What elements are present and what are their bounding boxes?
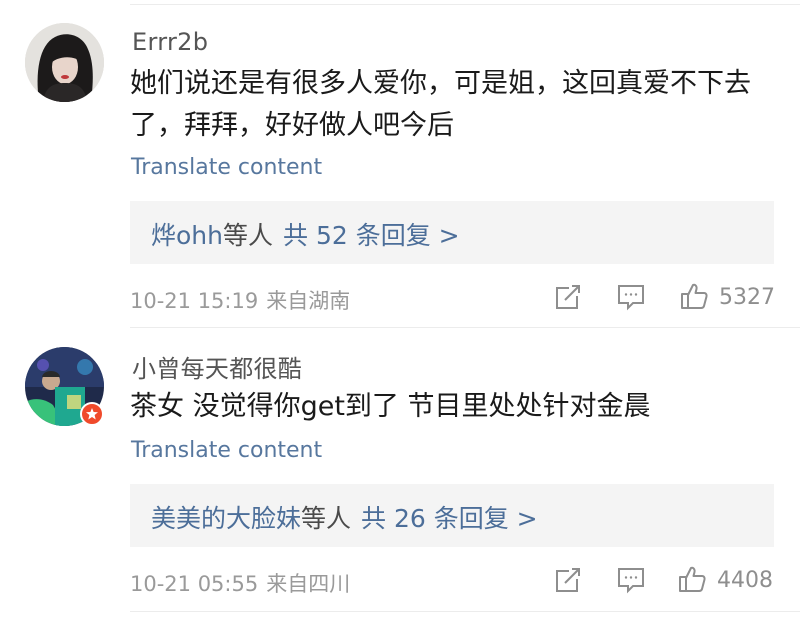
comment-meta: 10-21 05:55 来自四川 [130, 568, 350, 598]
reply-etc: 等人 [301, 504, 352, 533]
avatar[interactable] [25, 23, 104, 102]
comment-icon[interactable] [616, 282, 646, 312]
reply-etc: 等人 [223, 221, 274, 250]
row-divider [130, 611, 800, 612]
comment-text: 茶女 没觉得你get到了 节目里处处针对金晨 [130, 386, 780, 428]
comment-text-line: 了，拜拜，好好做人吧今后 [130, 110, 454, 141]
comment-text-line: 她们说还是有很多人爱你，可是姐，这回真爱不下去 [130, 68, 751, 99]
reply-users[interactable]: 烨ohh [151, 221, 223, 250]
reply-summary[interactable]: 美美的大脸妹等人共 26 条回复 > [151, 499, 538, 535]
comment-icon[interactable] [616, 565, 646, 595]
top-divider [130, 4, 800, 5]
like-icon[interactable] [679, 281, 709, 311]
comment-meta: 10-21 15:19 来自湖南 [130, 285, 350, 315]
username[interactable]: 小曾每天都很酷 [132, 349, 302, 384]
reply-count[interactable]: 共 26 条回复 > [361, 504, 538, 533]
reply-count[interactable]: 共 52 条回复 > [283, 221, 460, 250]
like-count: 4408 [717, 568, 773, 593]
reply-summary-box[interactable]: 美美的大脸妹等人共 26 条回复 > [130, 484, 774, 547]
comment-text: 她们说还是有很多人爱你，可是姐，这回真爱不下去 了，拜拜，好好做人吧今后 [130, 63, 780, 147]
share-icon[interactable] [553, 282, 583, 312]
reply-users[interactable]: 美美的大脸妹 [151, 504, 301, 533]
row-divider [130, 327, 800, 328]
vip-badge-icon [80, 402, 104, 426]
translate-link[interactable]: Translate content [131, 155, 322, 180]
location: 来自湖南 [266, 289, 351, 313]
location: 来自四川 [266, 572, 351, 596]
username[interactable]: Errr2b [132, 28, 208, 56]
reply-summary-box[interactable]: 烨ohh等人共 52 条回复 > [130, 201, 774, 264]
timestamp: 10-21 15:19 [130, 289, 259, 313]
like-count: 5327 [719, 285, 775, 310]
translate-link[interactable]: Translate content [131, 438, 322, 463]
timestamp: 10-21 05:55 [130, 572, 259, 596]
like-icon[interactable] [677, 564, 707, 594]
reply-summary[interactable]: 烨ohh等人共 52 条回复 > [151, 216, 460, 252]
share-icon[interactable] [553, 565, 583, 595]
comment-text-line: 茶女 没觉得你get到了 节目里处处针对金晨 [130, 391, 651, 422]
